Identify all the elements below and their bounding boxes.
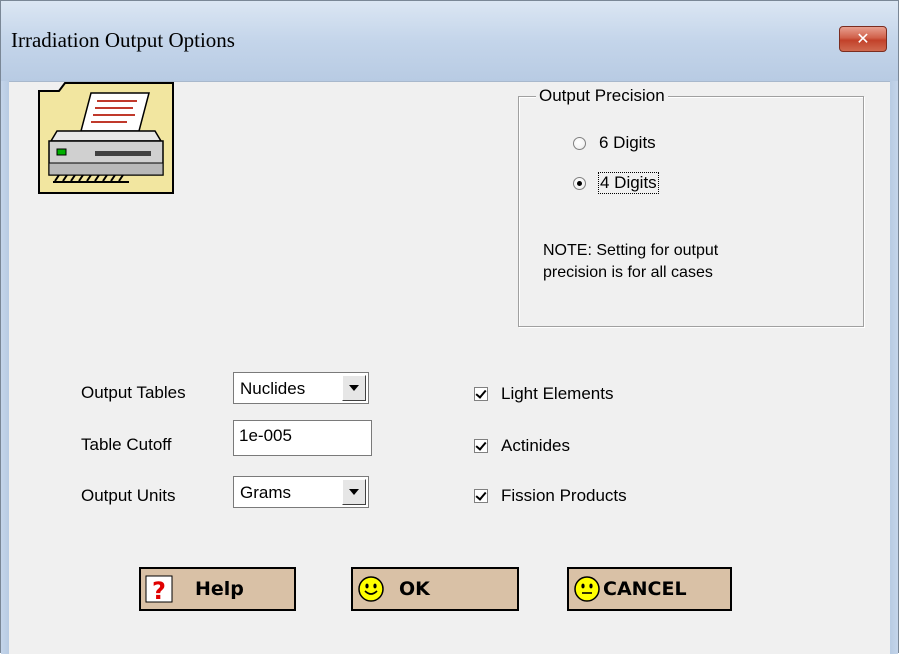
checkbox-row-light-elements[interactable]: Light Elements <box>474 384 613 404</box>
output-tables-value: Nuclides <box>240 379 306 398</box>
output-units-value: Grams <box>240 483 291 502</box>
light-elements-label: Light Elements <box>501 384 614 403</box>
table-cutoff-input[interactable]: 1e-005 <box>233 420 372 456</box>
help-button[interactable]: ? Help <box>139 567 296 611</box>
precision-note-line2: precision is for all cases <box>543 264 713 281</box>
output-tables-dropdown-arrow-icon[interactable] <box>342 375 366 401</box>
cancel-button-label: CANCEL <box>603 578 687 600</box>
output-units-dropdown-arrow-icon[interactable] <box>342 479 366 505</box>
light-elements-checkbox[interactable] <box>474 387 488 401</box>
window-frame-right <box>890 81 898 654</box>
help-button-label: Help <box>195 578 244 600</box>
checkbox-row-fission-products[interactable]: Fission Products <box>474 486 627 506</box>
output-precision-label: Output Precision <box>536 86 668 106</box>
radio-label-4-digits: 4 Digits <box>598 172 659 194</box>
title-bar[interactable]: Irradiation Output Options ✕ <box>1 1 898 82</box>
svg-text:?: ? <box>152 577 166 603</box>
precision-note: NOTE: Setting for output precision is fo… <box>543 240 843 284</box>
table-cutoff-label: Table Cutoff <box>81 435 172 454</box>
radio-4-digits[interactable]: 4 Digits <box>573 172 659 194</box>
dialog-window: Irradiation Output Options ✕ Output Prec… <box>0 0 899 654</box>
output-units-dropdown[interactable]: Grams <box>233 476 369 508</box>
radio-button-6-digits[interactable] <box>573 136 586 150</box>
precision-note-line1: NOTE: Setting for output <box>543 242 719 259</box>
smiley-face-icon <box>358 576 384 602</box>
window-frame-left <box>1 81 9 654</box>
ok-button[interactable]: OK <box>351 567 519 611</box>
cancel-button[interactable]: CANCEL <box>567 567 732 611</box>
neutral-face-icon <box>574 576 600 602</box>
actinides-checkbox[interactable] <box>474 439 488 453</box>
output-precision-group <box>518 96 864 327</box>
checkbox-row-actinides[interactable]: Actinides <box>474 436 570 456</box>
printer-icon <box>38 82 174 194</box>
fission-products-checkbox[interactable] <box>474 489 488 503</box>
close-icon: ✕ <box>856 29 870 48</box>
ok-button-label: OK <box>399 578 430 600</box>
window-title: Irradiation Output Options <box>11 28 235 52</box>
actinides-label: Actinides <box>501 436 570 455</box>
fission-products-label: Fission Products <box>501 486 627 505</box>
close-button[interactable]: ✕ <box>839 26 887 52</box>
output-tables-label: Output Tables <box>81 383 186 402</box>
radio-6-digits[interactable]: 6 Digits <box>573 133 656 153</box>
output-units-label: Output Units <box>81 486 176 505</box>
radio-button-4-digits[interactable] <box>573 176 586 190</box>
output-tables-dropdown[interactable]: Nuclides <box>233 372 369 404</box>
question-mark-icon: ? <box>145 575 173 603</box>
radio-label-6-digits: 6 Digits <box>599 133 656 152</box>
